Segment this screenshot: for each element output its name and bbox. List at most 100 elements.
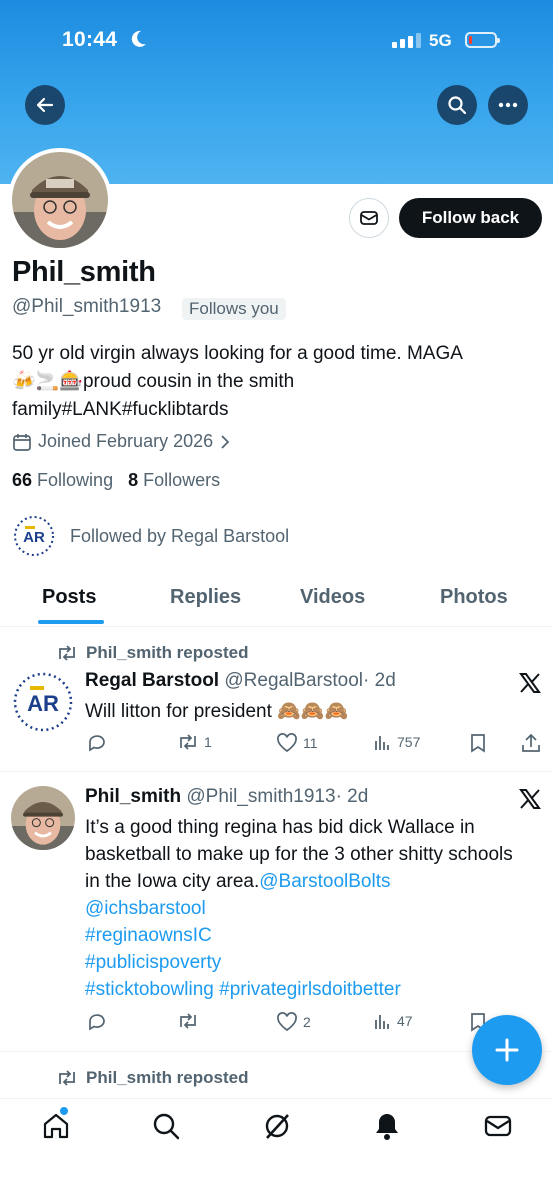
views-button[interactable]: 47 bbox=[374, 1012, 413, 1030]
post-text: Will litton for president 🙈🙈🙈 bbox=[85, 698, 525, 725]
hashtag-link[interactable]: #sticktobowling bbox=[85, 979, 214, 1000]
envelope-icon[interactable] bbox=[483, 1111, 513, 1141]
post-text: It’s a good thing regina has bid dick Wa… bbox=[85, 814, 525, 1003]
followers-link[interactable]: 8 Followers bbox=[128, 470, 220, 490]
bio-line: family#LANK#fucklibtards bbox=[12, 399, 229, 420]
repost-icon bbox=[59, 645, 75, 661]
followed-by[interactable]: AR Followed by Regal Barstool bbox=[12, 514, 289, 558]
svg-text:AR: AR bbox=[27, 691, 59, 716]
repost-count: 1 bbox=[204, 734, 212, 750]
message-button[interactable] bbox=[349, 198, 389, 238]
bookmark-button[interactable] bbox=[469, 733, 487, 753]
more-button[interactable] bbox=[488, 85, 528, 125]
follow-back-button[interactable]: Follow back bbox=[399, 198, 542, 238]
profile-tabs: Posts Replies Videos Photos bbox=[0, 574, 553, 627]
post-text-content: Will litton for president bbox=[85, 701, 272, 722]
search-icon bbox=[448, 96, 467, 115]
battery-icon bbox=[465, 32, 500, 48]
bio-line: 🍻🚬🎰proud cousin in the smith bbox=[12, 368, 542, 396]
post-time: · 2d bbox=[335, 786, 369, 807]
reply-button[interactable] bbox=[87, 733, 112, 753]
share-button[interactable] bbox=[521, 733, 541, 753]
repost-label: Phil_smith reposted bbox=[56, 643, 248, 663]
tab-videos[interactable]: Videos bbox=[300, 586, 365, 609]
reply-icon bbox=[89, 735, 105, 752]
calendar-icon bbox=[13, 433, 31, 451]
post-item[interactable]: Phil_smith reposted AR Regal Barstool @R… bbox=[0, 627, 553, 772]
back-arrow-icon bbox=[36, 97, 54, 113]
repost-button[interactable]: 1 bbox=[177, 733, 212, 751]
like-count: 11 bbox=[303, 735, 318, 751]
post-emoji: 🙈🙈🙈 bbox=[277, 701, 349, 722]
follow-counts: 66 Following 8 Followers bbox=[12, 470, 220, 491]
repost-label: Phil_smith reposted bbox=[56, 1068, 248, 1088]
tab-posts[interactable]: Posts bbox=[42, 586, 96, 609]
grok-icon[interactable] bbox=[262, 1111, 292, 1141]
followers-label: Followers bbox=[143, 470, 221, 490]
home-icon[interactable] bbox=[41, 1111, 71, 1141]
repost-button[interactable] bbox=[177, 1012, 204, 1030]
like-count: 2 bbox=[303, 1014, 311, 1030]
followers-count: 8 bbox=[128, 470, 139, 490]
repost-text: Phil_smith reposted bbox=[86, 643, 249, 662]
reply-icon bbox=[89, 1014, 105, 1031]
back-button[interactable] bbox=[25, 85, 65, 125]
plus-icon bbox=[495, 1038, 519, 1062]
views-chart-icon bbox=[375, 1015, 389, 1029]
post-avatar[interactable]: AR bbox=[11, 670, 75, 734]
hashtag-link[interactable]: #publicispoverty bbox=[85, 952, 221, 973]
post-avatar[interactable] bbox=[11, 786, 75, 850]
active-tab-indicator bbox=[38, 620, 104, 624]
network-label: 5G bbox=[429, 31, 452, 50]
post-handle[interactable]: @Phil_smith1913 bbox=[186, 786, 335, 807]
mention-link[interactable]: @ichsbarstool bbox=[85, 898, 206, 919]
follows-you-badge: Follows you bbox=[182, 298, 286, 320]
post-header: Phil_smith @Phil_smith1913· 2d bbox=[85, 786, 368, 808]
tab-photos[interactable]: Photos bbox=[440, 586, 508, 609]
post-author[interactable]: Regal Barstool bbox=[85, 670, 219, 691]
heart-icon bbox=[277, 733, 297, 753]
bottom-nav bbox=[0, 1098, 553, 1201]
heart-icon bbox=[277, 1012, 297, 1032]
moon-icon bbox=[131, 30, 146, 47]
hashtag-link[interactable]: #reginaownsIC bbox=[85, 925, 212, 946]
bio-text: proud cousin in the smith bbox=[82, 371, 295, 392]
profile-avatar[interactable] bbox=[8, 148, 112, 252]
post-item[interactable]: Phil_smith reposted bbox=[0, 1052, 553, 1098]
svg-text:AR: AR bbox=[23, 529, 45, 546]
search-button[interactable] bbox=[437, 85, 477, 125]
bell-icon[interactable] bbox=[372, 1111, 402, 1141]
x-logo-icon bbox=[519, 789, 541, 809]
following-link[interactable]: 66 Following bbox=[12, 470, 113, 490]
hashtag-link[interactable]: #privategirlsdoitbetter bbox=[219, 979, 401, 1000]
view-count: 47 bbox=[397, 1013, 413, 1029]
repost-icon bbox=[59, 1070, 75, 1086]
post-header: Regal Barstool @RegalBarstool· 2d bbox=[85, 670, 396, 692]
avatar-image bbox=[12, 152, 108, 248]
post-time: · 2d bbox=[363, 670, 396, 691]
post-handle[interactable]: @RegalBarstool bbox=[224, 670, 363, 691]
reply-button[interactable] bbox=[87, 1012, 112, 1032]
tab-replies[interactable]: Replies bbox=[170, 586, 241, 609]
repost-icon bbox=[180, 734, 196, 750]
x-logo-icon bbox=[519, 673, 541, 693]
post-item[interactable]: Phil_smith @Phil_smith1913· 2d It’s a go… bbox=[0, 772, 553, 1052]
status-time: 10:44 bbox=[62, 28, 118, 51]
like-button[interactable]: 2 bbox=[276, 1012, 311, 1032]
like-button[interactable]: 11 bbox=[276, 733, 318, 753]
chevron-right-icon bbox=[221, 434, 230, 449]
following-label: Following bbox=[37, 470, 114, 490]
joined-date[interactable]: Joined February 2026 bbox=[12, 431, 231, 452]
search-icon[interactable] bbox=[151, 1111, 181, 1141]
joined-label: Joined February 2026 bbox=[38, 431, 214, 451]
post-author[interactable]: Phil_smith bbox=[85, 786, 181, 807]
mention-link[interactable]: @BarstoolBolts bbox=[259, 871, 390, 892]
repost-icon bbox=[180, 1013, 196, 1029]
profile-handle: @Phil_smith1913 bbox=[12, 296, 162, 317]
share-icon bbox=[522, 733, 540, 752]
compose-button[interactable] bbox=[472, 1015, 542, 1085]
profile-bio: 50 yr old virgin always looking for a go… bbox=[12, 340, 542, 424]
bookmark-icon bbox=[471, 734, 485, 753]
views-button[interactable]: 757 bbox=[374, 733, 420, 751]
bio-line: 50 yr old virgin always looking for a go… bbox=[12, 343, 463, 364]
